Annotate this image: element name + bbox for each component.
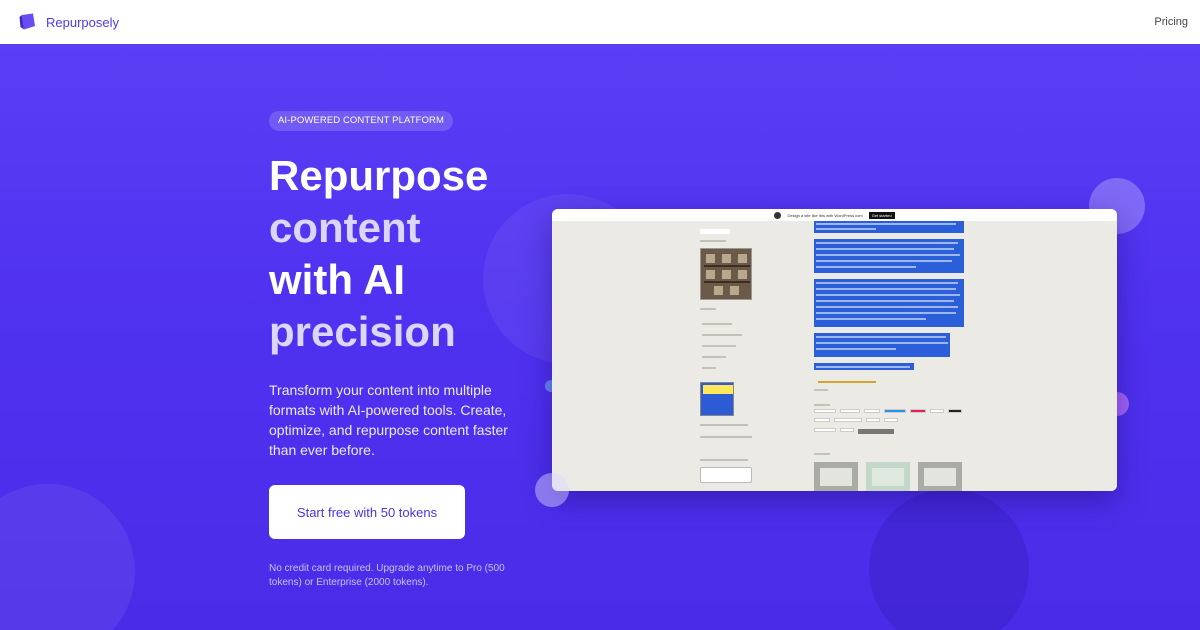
cube-logo-icon bbox=[19, 13, 35, 30]
headline-line: with AI bbox=[269, 256, 406, 303]
preview-share-button bbox=[834, 418, 862, 422]
preview-text-line bbox=[700, 240, 726, 242]
wordpress-logo-icon bbox=[774, 211, 782, 219]
preview-related-thumbnail bbox=[814, 462, 858, 491]
decorative-circle bbox=[869, 489, 1029, 630]
preview-text-line bbox=[702, 356, 726, 358]
preview-blog-page bbox=[552, 221, 1117, 491]
preview-share-button bbox=[930, 409, 944, 413]
preview-text-line bbox=[700, 436, 752, 438]
preview-text-line bbox=[702, 323, 732, 325]
decorative-circle bbox=[535, 473, 569, 507]
preview-related-thumbnail bbox=[918, 462, 962, 491]
preview-bookshelf-photo bbox=[700, 248, 752, 300]
preview-share-button bbox=[910, 409, 926, 413]
preview-bar-text: Design a site like this with WordPress.c… bbox=[787, 212, 863, 218]
pricing-note: No credit card required. Upgrade anytime… bbox=[269, 563, 505, 588]
preview-selected-paragraph bbox=[814, 279, 964, 327]
preview-book-cover bbox=[700, 382, 734, 416]
preview-share-button bbox=[948, 409, 962, 413]
preview-search-field bbox=[700, 229, 730, 234]
preview-text-line bbox=[700, 308, 716, 310]
hero-headline: Repurpose content with AI precision bbox=[269, 150, 539, 358]
preview-text-line bbox=[700, 459, 748, 461]
preview-share-button bbox=[814, 418, 830, 422]
preview-share-button bbox=[840, 428, 854, 432]
preview-selected-paragraph bbox=[814, 221, 964, 233]
preview-text-line bbox=[702, 367, 716, 369]
brand-name: Repurposely bbox=[46, 14, 119, 30]
preview-text-line bbox=[702, 334, 742, 336]
brand-home-link[interactable]: Repurposely bbox=[18, 12, 119, 32]
product-preview-screenshot: Design a site like this with WordPress.c… bbox=[552, 209, 1117, 491]
preview-share-button bbox=[884, 418, 898, 422]
nav-pricing-link[interactable]: Pricing bbox=[1154, 16, 1188, 28]
preview-text-line bbox=[814, 404, 830, 406]
preview-goodreads-widget bbox=[700, 467, 752, 483]
headline-line: precision bbox=[269, 308, 456, 355]
preview-share-button bbox=[840, 409, 860, 413]
preview-article bbox=[814, 221, 966, 491]
preview-selected-paragraph bbox=[814, 239, 964, 273]
preview-selected-paragraph bbox=[814, 333, 950, 357]
headline-line: content bbox=[269, 204, 421, 251]
preview-top-bar: Design a site like this with WordPress.c… bbox=[552, 209, 1117, 221]
hero-section: AI-POWERED CONTENT PLATFORM Repurpose co… bbox=[0, 44, 1200, 630]
preview-text-line bbox=[814, 389, 828, 391]
preview-rating-stars bbox=[818, 381, 876, 383]
preview-avatar-row bbox=[858, 429, 894, 434]
preview-get-started-button: Get started bbox=[868, 211, 895, 219]
preview-text-line bbox=[700, 424, 748, 426]
preview-selected-paragraph bbox=[814, 363, 914, 370]
preview-share-button bbox=[866, 418, 880, 422]
preview-related-thumbnail bbox=[866, 462, 910, 491]
headline-line: Repurpose bbox=[269, 152, 489, 199]
preview-share-button bbox=[884, 409, 906, 413]
hero-subtitle: Transform your content into multiple for… bbox=[269, 382, 508, 458]
start-free-button[interactable]: Start free with 50 tokens bbox=[269, 485, 465, 539]
hero-badge: AI-POWERED CONTENT PLATFORM bbox=[269, 111, 453, 131]
preview-share-button bbox=[864, 409, 880, 413]
top-navbar: Repurposely Pricing bbox=[0, 0, 1200, 44]
preview-text-line bbox=[702, 345, 736, 347]
preview-share-button bbox=[814, 409, 836, 413]
preview-text-line bbox=[814, 453, 830, 455]
decorative-circle bbox=[0, 484, 135, 630]
preview-share-button bbox=[814, 428, 836, 432]
